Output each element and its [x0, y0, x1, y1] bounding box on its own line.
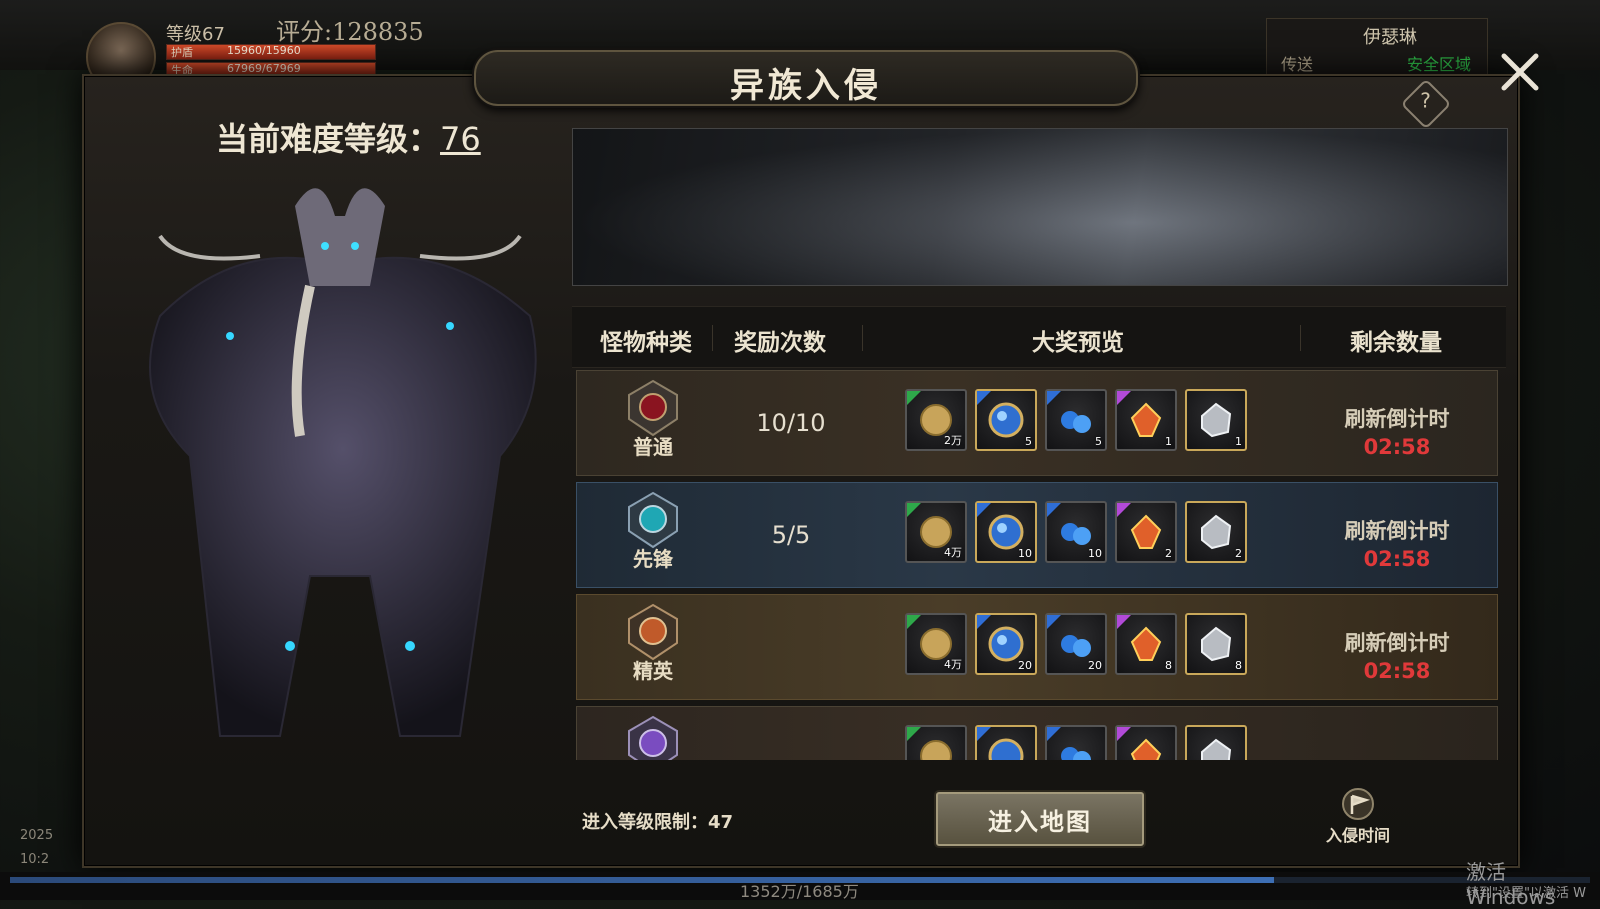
- fire-crystal-icon[interactable]: 2: [1115, 501, 1177, 563]
- shield-bar: 护盾 15960/15960: [166, 44, 376, 60]
- target-panel[interactable]: 伊瑟琳 传送 安全区域: [1266, 18, 1488, 76]
- blue-gems-icon[interactable]: [1045, 725, 1107, 760]
- rank-label: 普通: [633, 435, 673, 459]
- area-preview-banner: [572, 128, 1508, 286]
- invasion-time-button[interactable]: 入侵时间: [1318, 788, 1398, 848]
- item-qty: 1: [1235, 435, 1242, 448]
- gold-coin-icon[interactable]: 2万: [905, 389, 967, 451]
- reward-count: 10/10: [756, 409, 826, 437]
- difficulty-level: 当前难度等级：76: [216, 114, 481, 160]
- rank-label: 先锋: [633, 547, 673, 571]
- time-indicator: 10:2: [20, 852, 50, 867]
- item-qty: 10: [1018, 547, 1032, 560]
- item-qty: 8: [1165, 659, 1172, 672]
- enter-map-button[interactable]: 进入地图: [936, 792, 1144, 846]
- refresh-label: 刷新倒计时: [1344, 631, 1450, 655]
- monster-illustration: [149, 188, 537, 737]
- item-qty: 2: [1165, 547, 1172, 560]
- target-name: 伊瑟琳: [1363, 27, 1417, 48]
- item-qty: 5: [1025, 435, 1032, 448]
- item-qty: 4万: [944, 546, 962, 559]
- blue-orb-icon[interactable]: 20: [975, 613, 1037, 675]
- blue-gems-icon[interactable]: 20: [1045, 613, 1107, 675]
- safe-zone-label: 安全区域: [1407, 55, 1472, 74]
- gold-coin-icon[interactable]: 4万: [905, 613, 967, 675]
- blue-orb-icon[interactable]: 10: [975, 501, 1037, 563]
- refresh-countdown: 02:58: [1363, 435, 1431, 459]
- fire-crystal-icon[interactable]: 1: [1115, 389, 1177, 451]
- teleport-button[interactable]: 传送: [1281, 51, 1313, 75]
- date-indicator: 2025: [20, 828, 54, 843]
- blue-gems-icon[interactable]: 10: [1045, 501, 1107, 563]
- blue-orb-icon[interactable]: [975, 725, 1037, 760]
- item-qty: 4万: [944, 658, 962, 671]
- shield-label: 护盾: [171, 46, 193, 59]
- player-level: 等级67: [166, 24, 225, 45]
- shield-value: 15960/15960: [227, 44, 301, 57]
- silver-ore-icon[interactable]: [1185, 725, 1247, 760]
- table-header: 怪物种类 奖励次数 大奖预览 剩余数量: [572, 306, 1506, 368]
- silver-ore-icon[interactable]: 1: [1185, 389, 1247, 451]
- item-qty: 2: [1235, 547, 1242, 560]
- blue-orb-icon[interactable]: 5: [975, 389, 1037, 451]
- windows-activation-sub: 转到"设置"以激活 W: [1466, 886, 1586, 901]
- item-qty: 2万: [944, 434, 962, 447]
- fire-crystal-icon[interactable]: 8: [1115, 613, 1177, 675]
- header-reward-count: 奖励次数: [734, 330, 826, 356]
- header-remaining: 剩余数量: [1350, 330, 1442, 356]
- item-qty: 1: [1165, 435, 1172, 448]
- invasion-time-label: 入侵时间: [1325, 826, 1390, 845]
- rank-elite-icon: [628, 603, 678, 661]
- difficulty-value: 76: [440, 120, 481, 158]
- title-plate: 异族入侵: [474, 50, 1138, 106]
- fire-crystal-icon[interactable]: [1115, 725, 1177, 760]
- item-qty: 5: [1095, 435, 1102, 448]
- enter-map-label: 进入地图: [988, 808, 1092, 836]
- item-qty: 20: [1018, 659, 1032, 672]
- rank-label: 精英: [633, 659, 673, 683]
- rank-vanguard-icon: [628, 491, 678, 549]
- reward-count: 5/5: [771, 521, 811, 549]
- flag-icon: [1342, 788, 1374, 820]
- header-monster-type: 怪物种类: [600, 330, 692, 356]
- rank-normal-icon: [628, 379, 678, 437]
- refresh-label: 刷新倒计时: [1344, 519, 1450, 543]
- silver-ore-icon[interactable]: 8: [1185, 613, 1247, 675]
- item-qty: 20: [1088, 659, 1102, 672]
- blue-gems-icon[interactable]: 5: [1045, 389, 1107, 451]
- player-score: 评分:128835: [276, 18, 424, 46]
- table-row-elite[interactable]: 精英 4万 20 20 8 8 刷新倒计时 02:58: [576, 594, 1498, 700]
- monster-table[interactable]: 普通 10/10 2万 5 5 1 1 刷新倒计时 02:58 先锋 5/5 4…: [574, 370, 1498, 760]
- table-row-boss[interactable]: [576, 706, 1498, 760]
- item-qty: 8: [1235, 659, 1242, 672]
- table-row-vanguard[interactable]: 先锋 5/5 4万 10 10 2 2 刷新倒计时 02:58: [576, 482, 1498, 588]
- gold-coin-icon[interactable]: 4万: [905, 501, 967, 563]
- level-limit: 进入等级限制：47: [582, 812, 734, 833]
- difficulty-label: 当前难度等级：: [216, 120, 441, 158]
- gold-coin-icon[interactable]: [905, 725, 967, 760]
- silver-ore-icon[interactable]: 2: [1185, 501, 1247, 563]
- item-qty: 10: [1088, 547, 1102, 560]
- exp-text: 1352万/1685万: [740, 882, 859, 901]
- close-icon[interactable]: [1496, 48, 1544, 96]
- refresh-label: 刷新倒计时: [1344, 407, 1450, 431]
- rank-boss-icon: [628, 715, 678, 760]
- header-prize-preview: 大奖预览: [1032, 330, 1124, 356]
- refresh-countdown: 02:58: [1363, 547, 1431, 571]
- table-row-normal[interactable]: 普通 10/10 2万 5 5 1 1 刷新倒计时 02:58: [576, 370, 1498, 476]
- panel-title: 异族入侵: [730, 66, 882, 106]
- refresh-countdown: 02:58: [1363, 659, 1431, 683]
